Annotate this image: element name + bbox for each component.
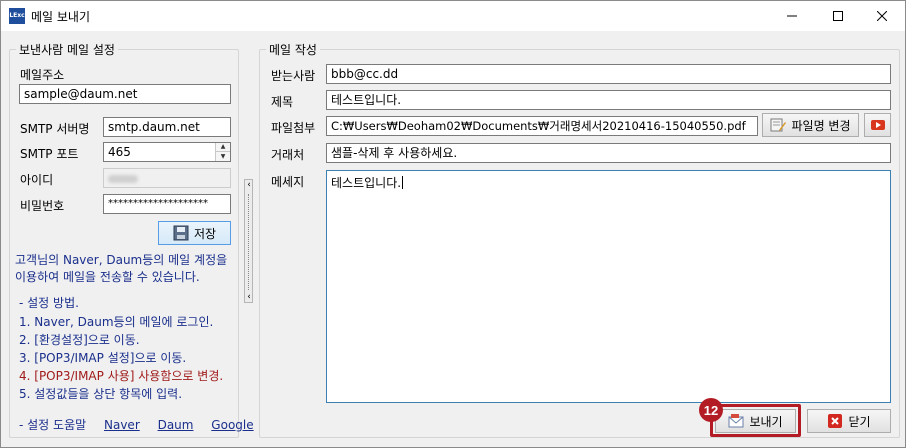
help-link-google[interactable]: Google bbox=[211, 418, 253, 432]
password-field[interactable]: ******************** bbox=[103, 194, 231, 214]
compose-group-title: 메일 작성 bbox=[266, 41, 320, 58]
mail-send-window: LExc 메일 보내기 보낸사람 메일 설정 메일주소 sample@daum.… bbox=[0, 0, 906, 448]
collapse-left-icon-bottom[interactable]: ‹ bbox=[246, 292, 252, 302]
smtp-server-field[interactable]: smtp.daum.net bbox=[103, 117, 231, 137]
close-red-icon bbox=[827, 413, 843, 429]
text-caret bbox=[402, 176, 404, 189]
attachment-path-field[interactable]: C:₩Users₩Deoham02₩Documents₩거래명세서2021041… bbox=[326, 116, 758, 136]
edit-icon bbox=[770, 117, 787, 133]
title-bar: LExc 메일 보내기 bbox=[1, 1, 905, 31]
password-label: 비밀번호 bbox=[20, 199, 65, 213]
redacted-id-mask bbox=[108, 174, 138, 183]
help-link-daum[interactable]: Daum bbox=[158, 418, 194, 432]
step-3: 3. [POP3/IMAP 설정]으로 이동. bbox=[19, 351, 187, 365]
close-icon bbox=[877, 11, 887, 21]
step-5: 5. 설정값들을 상단 항목에 입력. bbox=[19, 387, 183, 401]
maximize-icon bbox=[833, 11, 843, 21]
info-text-line1: 고객님의 Naver, Daum등의 메일 계정을 bbox=[15, 253, 228, 267]
client-field[interactable]: 샘플-삭제 후 사용하세요. bbox=[326, 143, 891, 163]
minimize-icon bbox=[787, 15, 797, 17]
spin-down-icon[interactable]: ▼ bbox=[216, 152, 230, 161]
rename-file-button[interactable]: 파일명 변경 bbox=[762, 113, 859, 137]
to-field[interactable]: bbb@cc.dd bbox=[326, 64, 891, 84]
message-textarea[interactable]: 테스트입니다. bbox=[326, 170, 891, 403]
email-label: 메일주소 bbox=[20, 68, 65, 82]
app-icon: LExc bbox=[9, 8, 25, 24]
to-label: 받는사람 bbox=[271, 69, 316, 83]
close-button[interactable]: 닫기 bbox=[807, 409, 891, 433]
subject-label: 제목 bbox=[271, 95, 294, 109]
save-button-label: 저장 bbox=[193, 226, 217, 241]
step-4: 4. [POP3/IMAP 사용] 사용함으로 변경. bbox=[19, 369, 224, 383]
sender-group-title: 보낸사람 메일 설정 bbox=[16, 41, 118, 58]
splitter-grip bbox=[248, 194, 249, 290]
step-2: 2. [환경설정]으로 이동. bbox=[19, 333, 140, 347]
id-field[interactable] bbox=[103, 168, 231, 188]
help-label: - 설정 도움말 bbox=[19, 418, 87, 432]
window-title: 메일 보내기 bbox=[31, 10, 91, 24]
subject-field[interactable]: 테스트입니다. bbox=[326, 90, 891, 110]
save-button[interactable]: 저장 bbox=[158, 221, 231, 245]
smtp-port-label: SMTP 포트 bbox=[20, 147, 79, 161]
message-label: 메세지 bbox=[271, 175, 305, 189]
step-number-badge: 12 bbox=[699, 398, 723, 422]
help-link-naver[interactable]: Naver bbox=[104, 418, 140, 432]
panel-splitter[interactable]: ‹ ‹ bbox=[244, 179, 253, 303]
smtp-server-label: SMTP 서버명 bbox=[20, 122, 90, 136]
step-1: 1. Naver, Daum등의 메일에 로그인. bbox=[19, 315, 214, 329]
play-attachment-button[interactable] bbox=[864, 113, 891, 137]
email-field[interactable]: sample@daum.net bbox=[19, 84, 231, 104]
maximize-button[interactable] bbox=[815, 1, 861, 31]
message-text: 테스트입니다. bbox=[331, 176, 402, 190]
info-text-line2: 이용하여 메일을 전송할 수 있습니다. bbox=[15, 270, 200, 284]
send-button-highlight bbox=[710, 404, 801, 437]
rename-file-label: 파일명 변경 bbox=[791, 118, 851, 133]
close-button-label: 닫기 bbox=[848, 414, 871, 429]
close-window-button[interactable] bbox=[859, 1, 905, 31]
play-icon bbox=[870, 117, 886, 133]
steps-title: - 설정 방법. bbox=[19, 296, 79, 310]
collapse-left-icon[interactable]: ‹ bbox=[246, 180, 252, 190]
client-label: 거래처 bbox=[271, 148, 305, 162]
smtp-port-stepper[interactable]: 465 ▲ ▼ bbox=[103, 142, 231, 162]
port-spinner[interactable]: ▲ ▼ bbox=[215, 143, 230, 161]
minimize-button[interactable] bbox=[769, 1, 815, 31]
help-row: - 설정 도움말 Naver Daum Google bbox=[19, 416, 254, 433]
attach-label: 파일첨부 bbox=[271, 121, 316, 135]
id-label: 아이디 bbox=[20, 173, 54, 187]
smtp-port-value: 465 bbox=[108, 145, 131, 159]
save-icon bbox=[173, 225, 189, 241]
